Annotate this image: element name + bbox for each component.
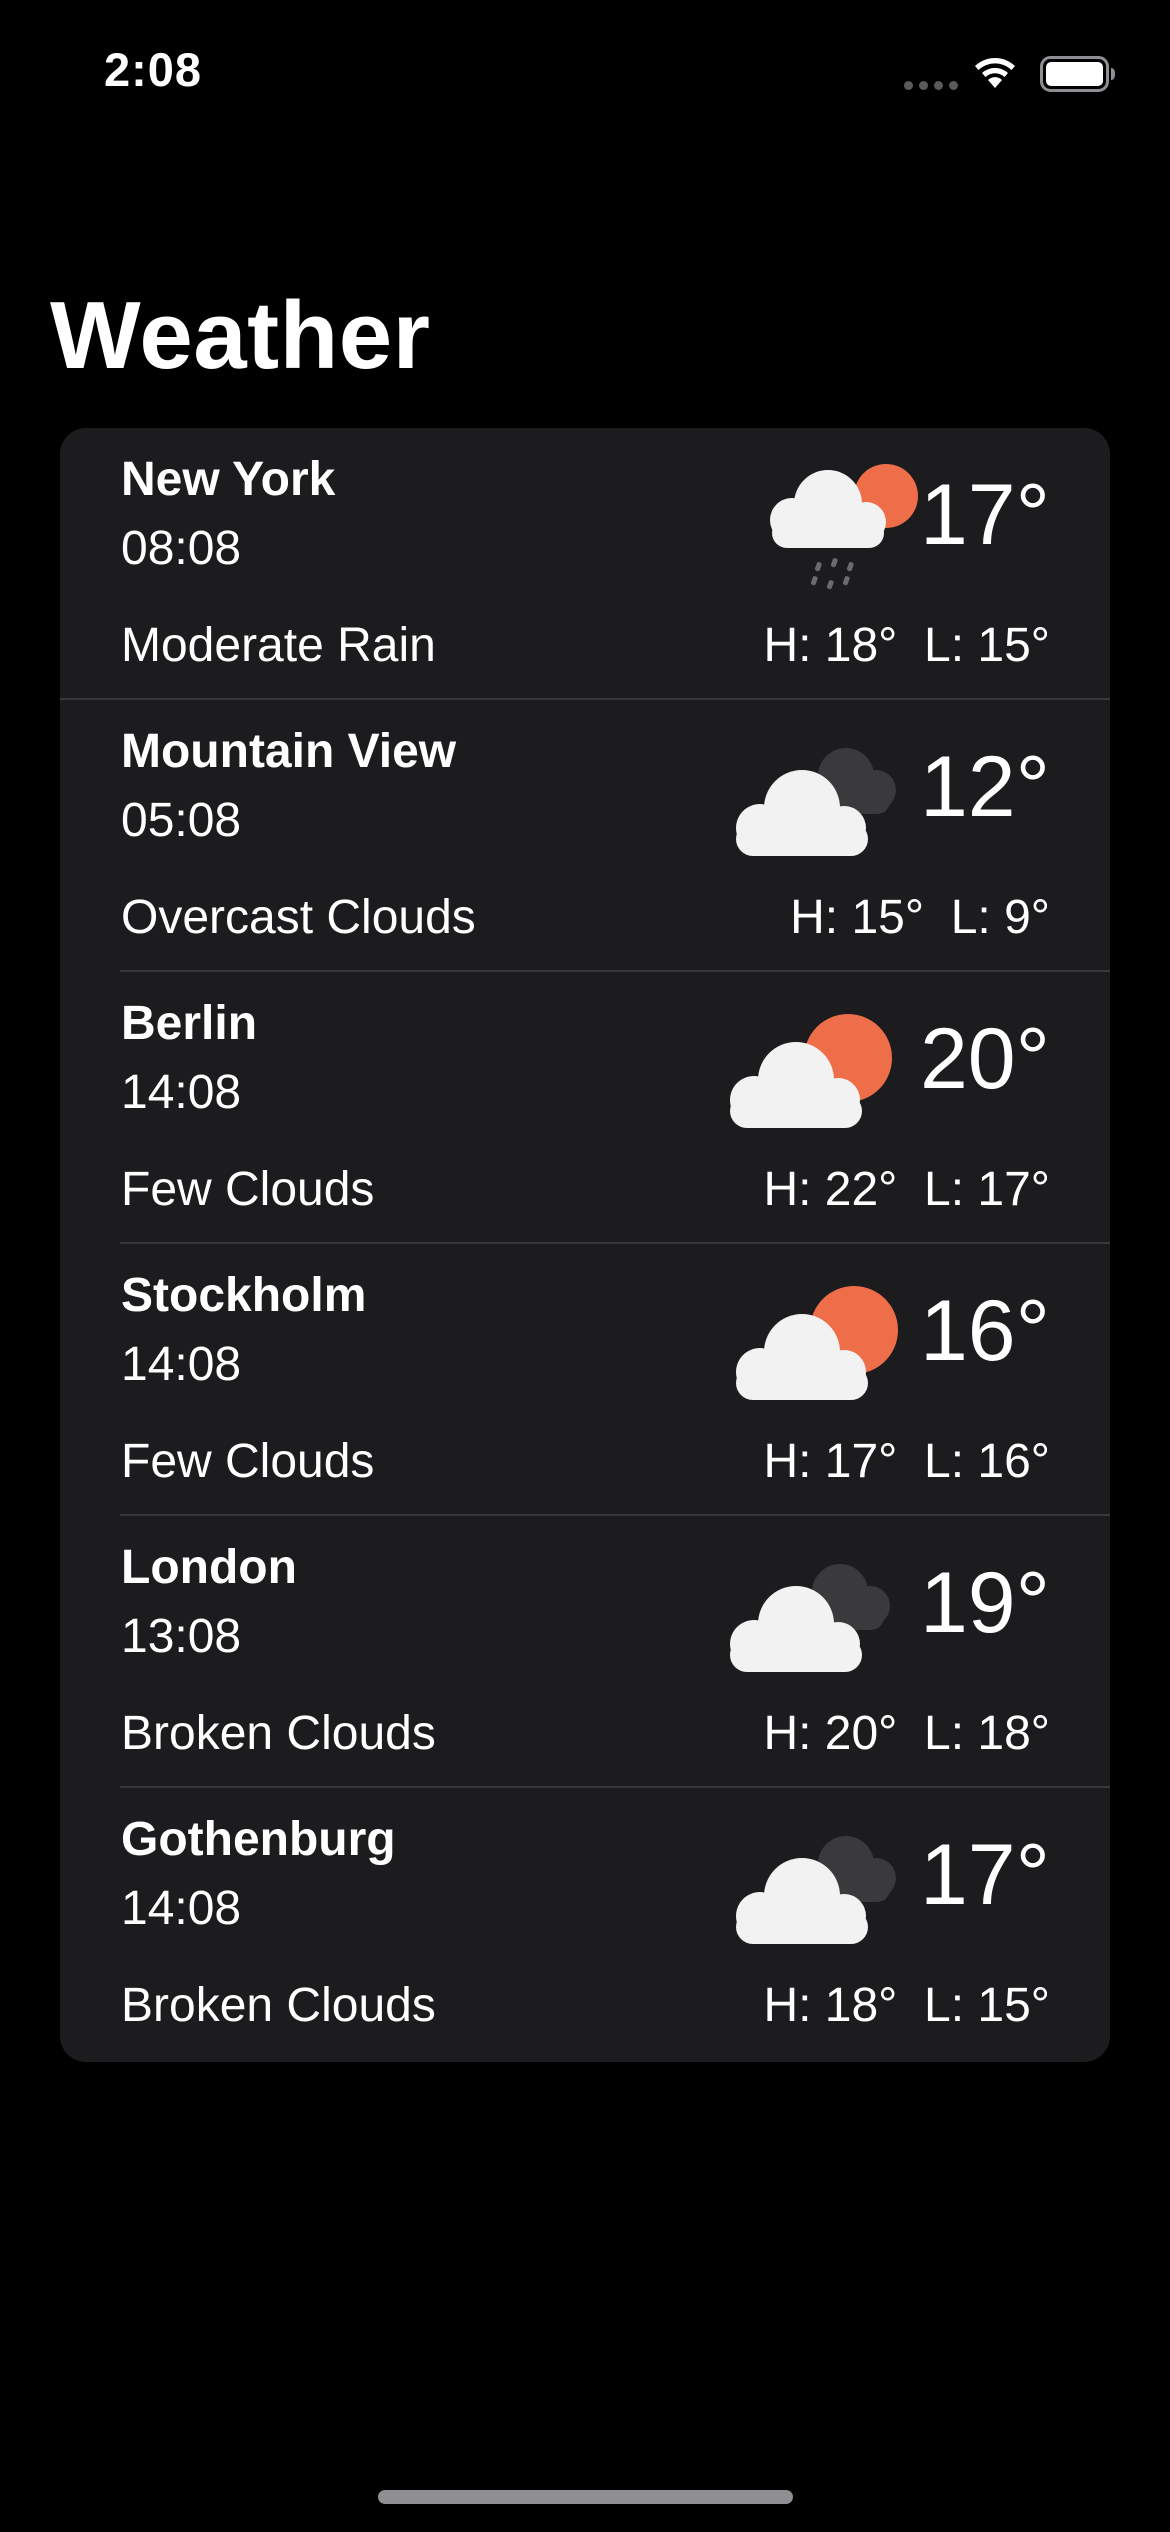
weather-description: Few Clouds [121, 1435, 375, 1488]
high-low-temperature: H: 18° L: 15° [763, 619, 1050, 672]
city-local-time: 14:08 [121, 1882, 242, 1935]
city-local-time: 14:08 [121, 1066, 242, 1119]
weather-description: Few Clouds [121, 1163, 375, 1216]
wifi-icon [975, 58, 1015, 88]
high-low-temperature: H: 20° L: 18° [763, 1707, 1050, 1760]
high-low-temperature: H: 15° L: 9° [790, 891, 1050, 944]
status-time: 2:08 [104, 43, 203, 96]
high-low-temperature: H: 18° L: 15° [763, 1979, 1050, 2032]
home-indicator[interactable] [378, 2490, 793, 2504]
broken-clouds-icon [730, 1564, 890, 1672]
city-name: Mountain View [121, 725, 457, 778]
weather-description: Overcast Clouds [121, 891, 476, 944]
city-local-time: 13:08 [121, 1610, 242, 1663]
weather-description: Broken Clouds [121, 1707, 436, 1760]
high-low-temperature: H: 22° L: 17° [763, 1163, 1050, 1216]
cellular-signal-icon [904, 81, 958, 90]
overcast-clouds-icon [736, 748, 896, 856]
current-temperature: 17° [919, 467, 1050, 563]
city-local-time: 14:08 [121, 1338, 242, 1391]
city-local-time: 05:08 [121, 794, 242, 847]
rain-sun-cloud-icon [770, 464, 918, 590]
few-clouds-icon [730, 1014, 892, 1128]
city-name: Stockholm [121, 1269, 367, 1322]
weather-description: Moderate Rain [121, 619, 436, 672]
city-name: Berlin [121, 997, 258, 1050]
city-local-time: 08:08 [121, 522, 242, 575]
city-row-new-york[interactable]: New York 08:08 Moderate Rain 17° H: 18° … [60, 428, 1110, 700]
current-temperature: 19° [919, 1555, 1050, 1651]
city-row-mountain-view[interactable]: Mountain View 05:08 Overcast Clouds 12° … [60, 700, 1110, 972]
city-name: Gothenburg [121, 1813, 396, 1866]
current-temperature: 16° [919, 1283, 1050, 1379]
high-low-temperature: H: 17° L: 16° [763, 1435, 1050, 1488]
city-row-london[interactable]: London 13:08 Broken Clouds 19° H: 20° L:… [60, 1516, 1110, 1788]
current-temperature: 17° [919, 1827, 1050, 1923]
city-name: London [121, 1541, 297, 1594]
few-clouds-icon [736, 1286, 898, 1400]
city-row-stockholm[interactable]: Stockholm 14:08 Few Clouds 16° H: 17° L:… [60, 1244, 1110, 1516]
battery-icon [1040, 56, 1115, 92]
page-title: Weather [50, 282, 431, 389]
weather-description: Broken Clouds [121, 1979, 436, 2032]
current-temperature: 12° [919, 739, 1050, 835]
city-row-gothenburg[interactable]: Gothenburg 14:08 Broken Clouds 17° H: 18… [60, 1788, 1110, 2060]
city-name: New York [121, 453, 336, 506]
city-row-berlin[interactable]: Berlin 14:08 Few Clouds 20° H: 22° L: 17… [60, 972, 1110, 1244]
city-list: New York 08:08 Moderate Rain 17° H: 18° … [60, 428, 1110, 2062]
status-bar: 2:08 [0, 0, 1170, 150]
broken-clouds-icon [736, 1836, 896, 1944]
current-temperature: 20° [919, 1011, 1050, 1107]
